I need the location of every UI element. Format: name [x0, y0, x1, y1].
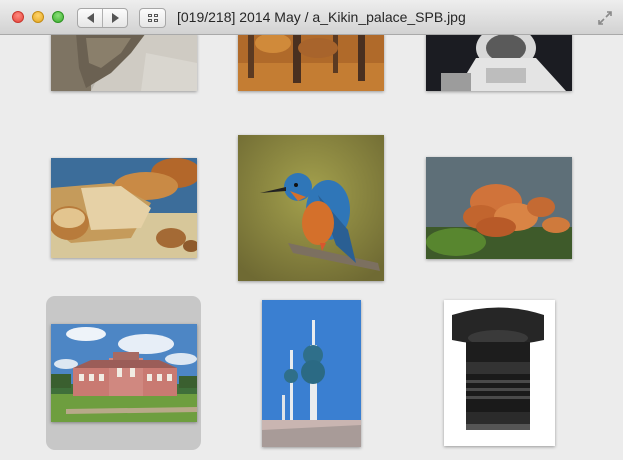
close-button[interactable] — [12, 11, 24, 23]
thumbnail-astronaut[interactable] — [426, 35, 572, 91]
window-title: [019/218] 2014 May / a_Kikin_palace_SPB.… — [177, 9, 466, 25]
fullscreen-button[interactable] — [597, 10, 613, 26]
thumbnail-kikin-palace[interactable] — [51, 324, 197, 422]
thumbnail-camera-lens[interactable] — [444, 300, 555, 446]
forward-arrow-icon — [111, 13, 119, 23]
thumbnail-bread[interactable] — [51, 158, 197, 258]
thumbnail-grid — [0, 35, 623, 460]
thumbnail-lizard[interactable] — [51, 35, 197, 91]
minimize-button[interactable] — [32, 11, 44, 23]
previous-button[interactable] — [78, 9, 102, 27]
next-button[interactable] — [102, 9, 127, 27]
thumbnail-kingfisher[interactable] — [238, 135, 384, 281]
thumbnail-view-button[interactable] — [139, 8, 166, 28]
thumbnail-kuwait-towers[interactable] — [262, 300, 361, 447]
navigation-buttons — [77, 8, 128, 28]
thumbnail-autumn-forest[interactable] — [238, 35, 384, 91]
fullscreen-icon — [598, 11, 612, 25]
viewer-window: [019/218] 2014 May / a_Kikin_palace_SPB.… — [0, 0, 623, 460]
zoom-button[interactable] — [52, 11, 64, 23]
back-arrow-icon — [86, 13, 94, 23]
thumbnail-fungus[interactable] — [426, 157, 572, 259]
title-bar: [019/218] 2014 May / a_Kikin_palace_SPB.… — [0, 0, 623, 35]
